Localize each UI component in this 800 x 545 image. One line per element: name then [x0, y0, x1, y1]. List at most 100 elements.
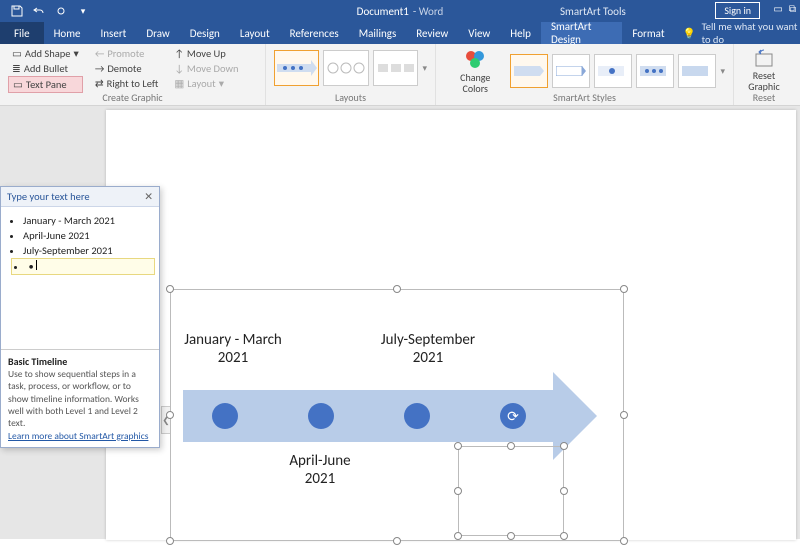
learn-more-link[interactable]: Learn more about SmartArt graphics — [8, 430, 148, 442]
shape-selection-frame[interactable] — [458, 446, 564, 536]
move-down-button[interactable]: ↓ Move Down — [170, 61, 242, 76]
layouts-more-icon[interactable]: ▾ — [422, 63, 427, 74]
resize-handle[interactable] — [166, 411, 174, 419]
qat-more-icon[interactable]: ▾ — [76, 4, 90, 18]
tab-home[interactable]: Home — [44, 22, 91, 44]
contextual-tools-label: SmartArt Tools — [560, 5, 626, 18]
add-bullet-button[interactable]: ≣Add Bullet — [8, 61, 83, 76]
redo-icon[interactable] — [54, 4, 68, 18]
rtl-button[interactable]: ⇄ Right to Left — [91, 76, 163, 91]
demote-button[interactable]: → Demote — [91, 61, 163, 76]
tab-file[interactable]: File — [0, 22, 44, 44]
resize-handle[interactable] — [454, 487, 462, 495]
group-label: Layouts — [266, 91, 435, 104]
reset-graphic-button[interactable]: Reset Graphic — [740, 46, 788, 94]
resize-handle[interactable] — [166, 285, 174, 293]
rotate-icon: ⟳ — [507, 408, 519, 425]
layout-option-2[interactable] — [323, 50, 368, 86]
footer-description: Use to show sequential steps in a task, … — [8, 368, 139, 429]
undo-icon[interactable] — [32, 4, 46, 18]
tell-me-label: Tell me what you want to do — [702, 20, 800, 46]
resize-handle[interactable] — [393, 537, 401, 545]
quick-access-toolbar: ▾ — [0, 4, 90, 18]
text-pane-list[interactable]: January - March 2021 April-June 2021 Jul… — [1, 207, 159, 279]
group-reset: Reset Graphic Reset — [734, 44, 794, 105]
reset-icon — [753, 48, 775, 70]
style-option-4[interactable] — [636, 54, 674, 88]
resize-handle[interactable] — [560, 442, 568, 450]
sign-in-button[interactable]: Sign in — [715, 2, 760, 19]
list-item-editing[interactable]: • — [11, 258, 155, 275]
window-controls: ▭ ⧉ — [773, 2, 796, 15]
resize-handle[interactable] — [393, 285, 401, 293]
tab-references[interactable]: References — [280, 22, 349, 44]
tab-insert[interactable]: Insert — [91, 22, 137, 44]
bullet-icon: ≣ — [12, 62, 21, 75]
tab-review[interactable]: Review — [406, 22, 458, 44]
change-colors-button[interactable]: Change Colors — [442, 46, 508, 96]
timeline-node-4[interactable]: ⟳ — [500, 403, 526, 429]
resize-handle[interactable] — [620, 285, 628, 293]
tab-draw[interactable]: Draw — [136, 22, 179, 44]
tab-mailings[interactable]: Mailings — [349, 22, 407, 44]
group-create-graphic: ▭Add Shape ▾ ≣Add Bullet ▭Text Pane ← Pr… — [0, 44, 266, 105]
lightbulb-icon: 💡 — [683, 27, 696, 40]
ribbon: ▭Add Shape ▾ ≣Add Bullet ▭Text Pane ← Pr… — [0, 44, 800, 106]
resize-handle[interactable] — [620, 537, 628, 545]
timeline-node-2[interactable] — [308, 403, 334, 429]
group-label: Create Graphic — [0, 91, 265, 104]
colors-icon — [463, 48, 487, 72]
list-item[interactable]: April-June 2021 — [23, 228, 155, 243]
resize-handle[interactable] — [620, 411, 628, 419]
add-shape-icon: ▭ — [12, 47, 22, 60]
footer-title: Basic Timeline — [8, 355, 67, 368]
tab-format[interactable]: Format — [622, 22, 674, 44]
text-pane-title: Type your text here — [7, 190, 90, 203]
list-item[interactable]: July-September 2021 — [23, 243, 155, 258]
timeline-node-1[interactable] — [212, 403, 238, 429]
tab-view[interactable]: View — [458, 22, 500, 44]
move-up-button[interactable]: ↑ Move Up — [170, 46, 242, 61]
list-item[interactable]: January - March 2021 — [23, 213, 155, 228]
text-pane-footer: Basic Timeline Use to show sequential st… — [1, 349, 159, 447]
document-name: Document1 — [357, 5, 409, 18]
style-option-2[interactable] — [552, 54, 590, 88]
resize-handle[interactable] — [507, 442, 515, 450]
app-name: - Word — [413, 5, 443, 18]
tab-smartart-design[interactable]: SmartArt Design — [541, 22, 622, 44]
text-pane-icon: ▭ — [13, 78, 23, 91]
text-pane-header: Type your text here ✕ — [1, 187, 159, 207]
maximize-icon[interactable]: ⧉ — [789, 2, 796, 15]
timeline-arrow-body[interactable] — [183, 390, 553, 442]
group-styles: Change Colors ▾ SmartArt Styles — [436, 44, 734, 105]
promote-button[interactable]: ← Promote — [91, 46, 163, 61]
tab-help[interactable]: Help — [500, 22, 541, 44]
layout-option-3[interactable] — [373, 50, 418, 86]
layout-option-1[interactable] — [274, 50, 319, 86]
style-option-5[interactable] — [678, 54, 716, 88]
ribbon-tabs: File Home Insert Draw Design Layout Refe… — [0, 22, 800, 44]
close-icon[interactable]: ✕ — [144, 190, 153, 203]
resize-handle[interactable] — [166, 537, 174, 545]
save-icon[interactable] — [10, 4, 24, 18]
group-label: Reset — [734, 91, 794, 104]
group-layouts: ▾ Layouts — [266, 44, 436, 105]
tab-design[interactable]: Design — [180, 22, 230, 44]
resize-handle[interactable] — [560, 487, 568, 495]
tell-me-search[interactable]: 💡 Tell me what you want to do — [683, 22, 800, 44]
timeline-label-3[interactable]: July-September 2021 — [378, 331, 478, 367]
restore-icon[interactable]: ▭ — [773, 2, 782, 15]
styles-more-icon[interactable]: ▾ — [720, 66, 725, 77]
layout-button[interactable]: ▦ Layout ▾ — [170, 76, 242, 91]
window-title: Document1 - Word — [357, 5, 444, 18]
title-bar: ▾ Document1 - Word SmartArt Tools Sign i… — [0, 0, 800, 22]
resize-handle[interactable] — [454, 442, 462, 450]
style-option-3[interactable] — [594, 54, 632, 88]
timeline-label-1[interactable]: January - March 2021 — [183, 331, 283, 367]
group-label: SmartArt Styles — [436, 91, 733, 104]
timeline-node-3[interactable] — [404, 403, 430, 429]
timeline-label-2[interactable]: April-June 2021 — [280, 452, 360, 488]
style-option-1[interactable] — [510, 54, 548, 88]
add-shape-button[interactable]: ▭Add Shape ▾ — [8, 46, 83, 61]
tab-layout[interactable]: Layout — [230, 22, 280, 44]
